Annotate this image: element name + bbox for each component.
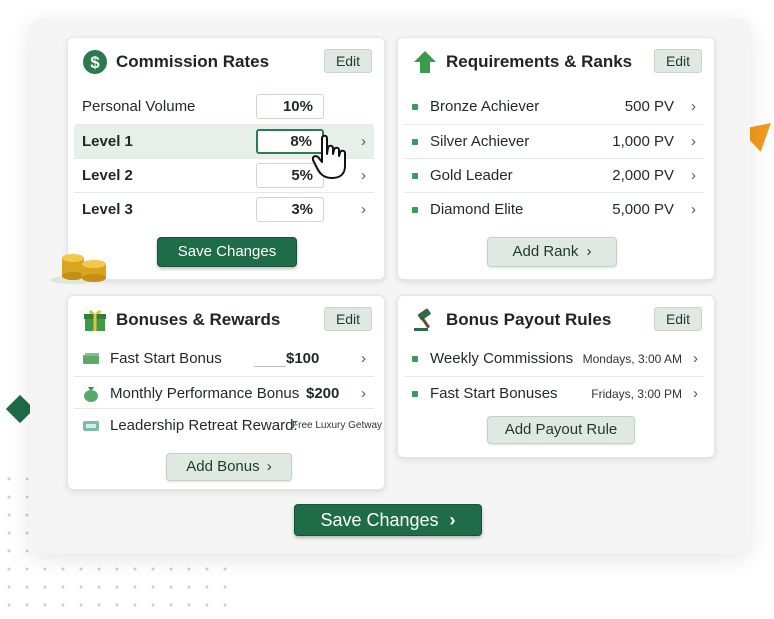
save-changes-label: Save Changes [320,510,439,530]
edit-button[interactable]: Edit [324,49,372,73]
chevron-right-icon: › [586,243,592,260]
chevron-right-icon[interactable]: › [361,385,366,402]
requirements-ranks-card: Requirements & Ranks Edit Bronze Achieve… [397,37,715,280]
rank-label: Bronze Achiever [430,98,540,115]
chevron-right-icon[interactable]: › [691,167,696,184]
rank-label: Silver Achiever [430,133,530,150]
coins-icon [50,254,106,284]
card-title: Requirements & Ranks [446,52,633,71]
bonus-row[interactable]: Monthly Performance Bonus $200 › [74,376,374,410]
bullet [412,207,418,213]
bonus-value: $100 [286,350,320,367]
add-bonus-button[interactable]: Add Bonus › [166,453,292,481]
dollar-icon: $ [83,50,107,74]
add-payout-rule-button[interactable]: Add Payout Rule [487,416,635,444]
rule-time: Mondays, 3:00 AM [582,352,682,366]
rank-pv: 2,000 PV [612,167,674,184]
chevron-right-icon[interactable]: › [693,350,698,367]
cash-icon [83,353,99,364]
card-title: Commission Rates [116,52,270,71]
bonus-value: $200 [306,385,340,402]
payout-rule-row[interactable]: Fast Start Bonuses Fridays, 3:00 PM › [404,376,704,410]
money-bag-icon [84,387,98,402]
rank-label: Diamond Elite [430,201,524,218]
row-label: Level 2 [82,167,133,184]
rule-label: Weekly Commissions [430,350,574,367]
rule-label: Fast Start Bonuses [430,385,558,402]
rank-pv: 500 PV [624,98,674,115]
payout-rules-card: Bonus Payout Rules Edit Weekly Commissio… [397,295,715,458]
edit-button[interactable]: Edit [654,307,702,331]
card-title: Bonuses & Rewards [116,310,281,329]
rank-pv: 1,000 PV [612,133,674,150]
row-label: Level 1 [82,133,133,150]
settings-panel: $ Commission Rates Edit Personal Volume … [30,18,750,553]
bonus-row[interactable]: Leadership Retreat Reward: Free Luxury G… [74,408,382,442]
ticket-icon [83,421,99,431]
chevron-right-icon[interactable]: › [361,133,366,150]
add-bonus-label: Add Bonus [186,458,260,475]
rate-input[interactable]: 10% [256,94,324,119]
rank-row[interactable]: Gold Leader 2,000 PV › [404,158,704,192]
bonus-value: Free Luxury Getway [292,420,383,431]
chevron-right-icon[interactable]: › [691,201,696,218]
rank-pv: 5,000 PV [612,201,674,218]
save-changes-button[interactable]: Save Changes [157,237,297,267]
rank-label: Gold Leader [430,167,513,184]
bullet [412,173,418,179]
rate-input[interactable]: 3% [256,197,324,222]
bullet [412,391,418,397]
row-label: Level 3 [82,201,133,218]
bonus-row[interactable]: Fast Start Bonus $100 › [74,342,374,376]
rate-row-personal-volume: Personal Volume 10% [74,90,374,124]
edit-button[interactable]: Edit [324,307,372,331]
gift-icon [84,310,106,331]
bullet [412,139,418,145]
add-rank-button[interactable]: Add Rank › [487,237,617,267]
payout-rule-row[interactable]: Weekly Commissions Mondays, 3:00 AM › [404,342,704,376]
save-changes-main-button[interactable]: Save Changes › [294,504,482,536]
rate-row-level-3[interactable]: Level 3 3% › [74,192,374,226]
rule-time: Fridays, 3:00 PM [591,387,682,401]
card-header: Requirements & Ranks Edit [398,38,714,86]
bonus-label: Leadership Retreat Reward: [110,417,298,434]
bonus-label: Monthly Performance Bonus [110,385,300,402]
rank-row[interactable]: Silver Achiever 1,000 PV › [404,124,704,158]
chevron-right-icon[interactable]: › [361,350,366,367]
chevron-right-icon: › [266,458,272,475]
chevron-right-icon[interactable]: › [361,167,366,184]
bullet [412,104,418,110]
svg-text:$: $ [90,53,100,72]
hand-cursor-icon [312,134,346,179]
rank-row[interactable]: Bronze Achiever 500 PV › [404,90,704,124]
gavel-icon [414,308,431,331]
edit-button[interactable]: Edit [654,49,702,73]
chevron-right-icon[interactable]: › [691,98,696,115]
bonuses-rewards-card: Bonuses & Rewards Edit Fast Start Bonus … [67,295,385,490]
card-header: Bonuses & Rewards Edit [68,296,384,344]
rank-row[interactable]: Diamond Elite 5,000 PV › [404,192,704,226]
card-header: Bonus Payout Rules Edit [398,296,714,344]
bonus-label: Fast Start Bonus [110,350,222,367]
chevron-right-icon[interactable]: › [361,201,366,218]
bullet [412,356,418,362]
chevron-right-icon: › [449,510,456,530]
add-rank-label: Add Rank [512,243,579,260]
chevron-right-icon[interactable]: › [693,385,698,402]
stage: $ Commission Rates Edit Personal Volume … [0,0,774,619]
card-header: $ Commission Rates Edit [68,38,384,86]
chevron-right-icon[interactable]: › [691,133,696,150]
up-arrow-icon [414,51,436,73]
card-title: Bonus Payout Rules [446,310,612,329]
bonus-value-underline [254,366,286,367]
row-label: Personal Volume [82,98,196,115]
